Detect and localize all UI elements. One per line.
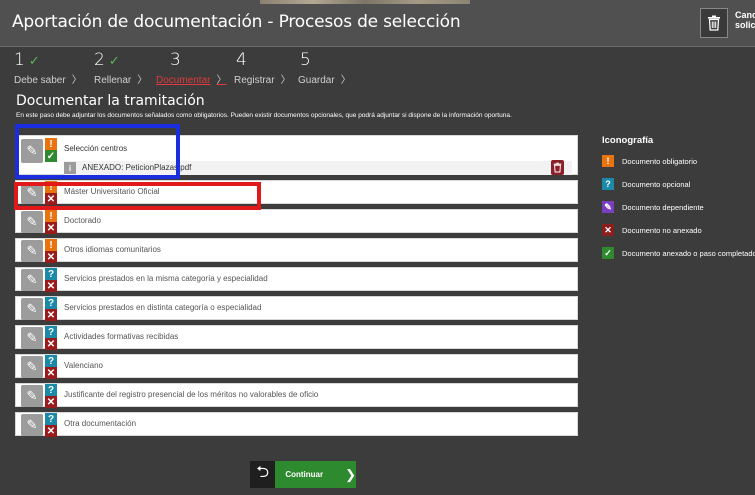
close-icon: ✕ (45, 367, 57, 379)
document-row[interactable]: ✎ ? ✕ Valenciano (15, 354, 578, 379)
document-label: Otros idiomas comunitarios (64, 245, 161, 254)
document-label: Actividades formativas recibidas (64, 332, 179, 341)
chevron-right-icon: 〉 (340, 75, 351, 86)
delete-attachment-button[interactable] (551, 160, 564, 175)
chevron-right-icon: ❯ (345, 466, 356, 482)
continue-button[interactable]: ⮌ Continuar ❯ (250, 461, 356, 488)
document-row[interactable]: ✎ ? ✕ Servicios prestados en distinta ca… (15, 296, 578, 321)
step-documentar[interactable]: Documentar 〉 (156, 71, 226, 86)
chevron-right-icon: 〉 (216, 75, 227, 86)
chevron-right-icon: 〉 (137, 75, 148, 86)
legend-item: ! Documento obligatorio (602, 154, 755, 168)
app-header: Aportación de documentación - Procesos d… (0, 0, 755, 47)
section-description: En este paso debe adjuntar los documento… (16, 112, 512, 119)
check-icon: ✓ (28, 54, 40, 69)
header-photo-strip (260, 0, 470, 4)
document-row[interactable]: ✎ ? ✕ Otra documentación (15, 412, 578, 437)
document-label: Justificante del registro presencial de … (64, 390, 319, 399)
close-icon: ✕ (45, 338, 57, 350)
optional-icon: ? (45, 268, 57, 280)
step-5-number: 5 (300, 50, 311, 70)
document-label: Otra documentación (64, 419, 137, 428)
continue-label: Continuar (285, 470, 324, 479)
close-icon: ✕ (45, 280, 57, 292)
paperclip-icon[interactable]: ✎ (21, 211, 43, 233)
legend-label: Documento dependiente (622, 202, 704, 212)
required-icon: ! (602, 155, 614, 167)
paperclip-icon[interactable]: ✎ (21, 240, 43, 262)
page-title: Aportación de documentación - Procesos d… (12, 12, 461, 32)
wizard-steps: 1 ✓ Debe saber 〉 2 ✓ Rellenar 〉 3 Documentar… (0, 47, 755, 92)
paperclip-icon[interactable]: ✎ (21, 385, 43, 407)
paperclip-icon[interactable]: ✎ (21, 298, 43, 320)
close-icon: ✕ (45, 425, 57, 437)
cancel-label-line2: solicitu (735, 20, 755, 30)
document-row[interactable]: ✎ ! ✕ Doctorado (15, 209, 578, 234)
close-icon: ✕ (45, 222, 57, 234)
pencil-icon: ✎ (602, 201, 614, 213)
step-debe-saber[interactable]: Debe saber 〉 (14, 71, 82, 86)
cancel-request-label[interactable]: Cance solicitu (735, 10, 755, 30)
document-list: ✎ ! ✓ Selección centros i ANEXADO: Petic… (15, 135, 578, 441)
close-icon: ✕ (45, 309, 57, 321)
step-3-number: 3 (170, 50, 181, 70)
legend-label: Documento anexado o paso completado (622, 248, 755, 258)
close-icon: ✕ (45, 251, 57, 263)
paperclip-icon[interactable]: ✎ (21, 269, 43, 291)
check-icon: ✓ (602, 247, 614, 259)
optional-icon: ? (602, 178, 614, 190)
legend-item: ✕ Documento no anexado (602, 223, 755, 237)
legend-title: Iconografía (602, 135, 654, 146)
chevron-right-icon: 〉 (280, 75, 291, 86)
legend-item: ✎ Documento dependiente (602, 200, 755, 214)
document-label: Doctorado (64, 216, 101, 225)
cancel-request-button[interactable] (700, 8, 728, 38)
document-label: Servicios prestados en distinta categorí… (64, 303, 262, 312)
close-icon: ✕ (45, 396, 57, 408)
document-row[interactable]: ✎ ! ✕ Otros idiomas comunitarios (15, 238, 578, 263)
paperclip-icon[interactable]: ✎ (21, 356, 43, 378)
check-icon: ✓ (108, 54, 120, 69)
document-label: Valenciano (64, 361, 103, 370)
document-row[interactable]: ✎ ? ✕ Actividades formativas recibidas (15, 325, 578, 350)
trash-icon (708, 15, 720, 31)
optional-icon: ? (45, 384, 57, 396)
optional-icon: ? (45, 413, 57, 425)
section-title: Documentar la tramitación (16, 93, 205, 109)
step-4-number: 4 (236, 50, 247, 70)
document-row[interactable]: ✎ ? ✕ Justificante del registro presenci… (15, 383, 578, 408)
step-rellenar[interactable]: Rellenar 〉 (94, 71, 147, 86)
legend-label: Documento obligatorio (622, 156, 698, 166)
paperclip-icon[interactable]: ✎ (21, 327, 43, 349)
close-icon: ✕ (602, 224, 614, 236)
optional-icon: ? (45, 355, 57, 367)
step-1-number: 1 ✓ (14, 50, 40, 70)
optional-icon: ? (45, 297, 57, 309)
highlight-box-red (14, 182, 261, 210)
step-guardar[interactable]: Guardar 〉 (298, 71, 351, 86)
optional-icon: ? (45, 326, 57, 338)
document-label: Servicios prestados en la misma categorí… (64, 274, 268, 283)
legend-label: Documento opcional (622, 179, 691, 189)
trash-icon (553, 162, 562, 173)
required-icon: ! (45, 210, 57, 222)
step-registrar[interactable]: Registrar 〉 (234, 71, 291, 86)
document-row[interactable]: ✎ ? ✕ Servicios prestados en la misma ca… (15, 267, 578, 292)
paperclip-icon[interactable]: ✎ (21, 414, 43, 436)
legend-item: ✓ Documento anexado o paso completado (602, 246, 755, 260)
required-icon: ! (45, 239, 57, 251)
cancel-label-line1: Cance (735, 10, 755, 20)
chevron-right-icon: 〉 (71, 75, 82, 86)
legend-item: ? Documento opcional (602, 177, 755, 191)
step-2-number: 2 ✓ (94, 50, 120, 70)
icon-legend: Iconografía ! Documento obligatorio ? Do… (602, 135, 755, 269)
back-arrow-icon[interactable]: ⮌ (250, 461, 276, 488)
highlight-box-blue (15, 124, 180, 179)
legend-label: Documento no anexado (622, 225, 702, 235)
